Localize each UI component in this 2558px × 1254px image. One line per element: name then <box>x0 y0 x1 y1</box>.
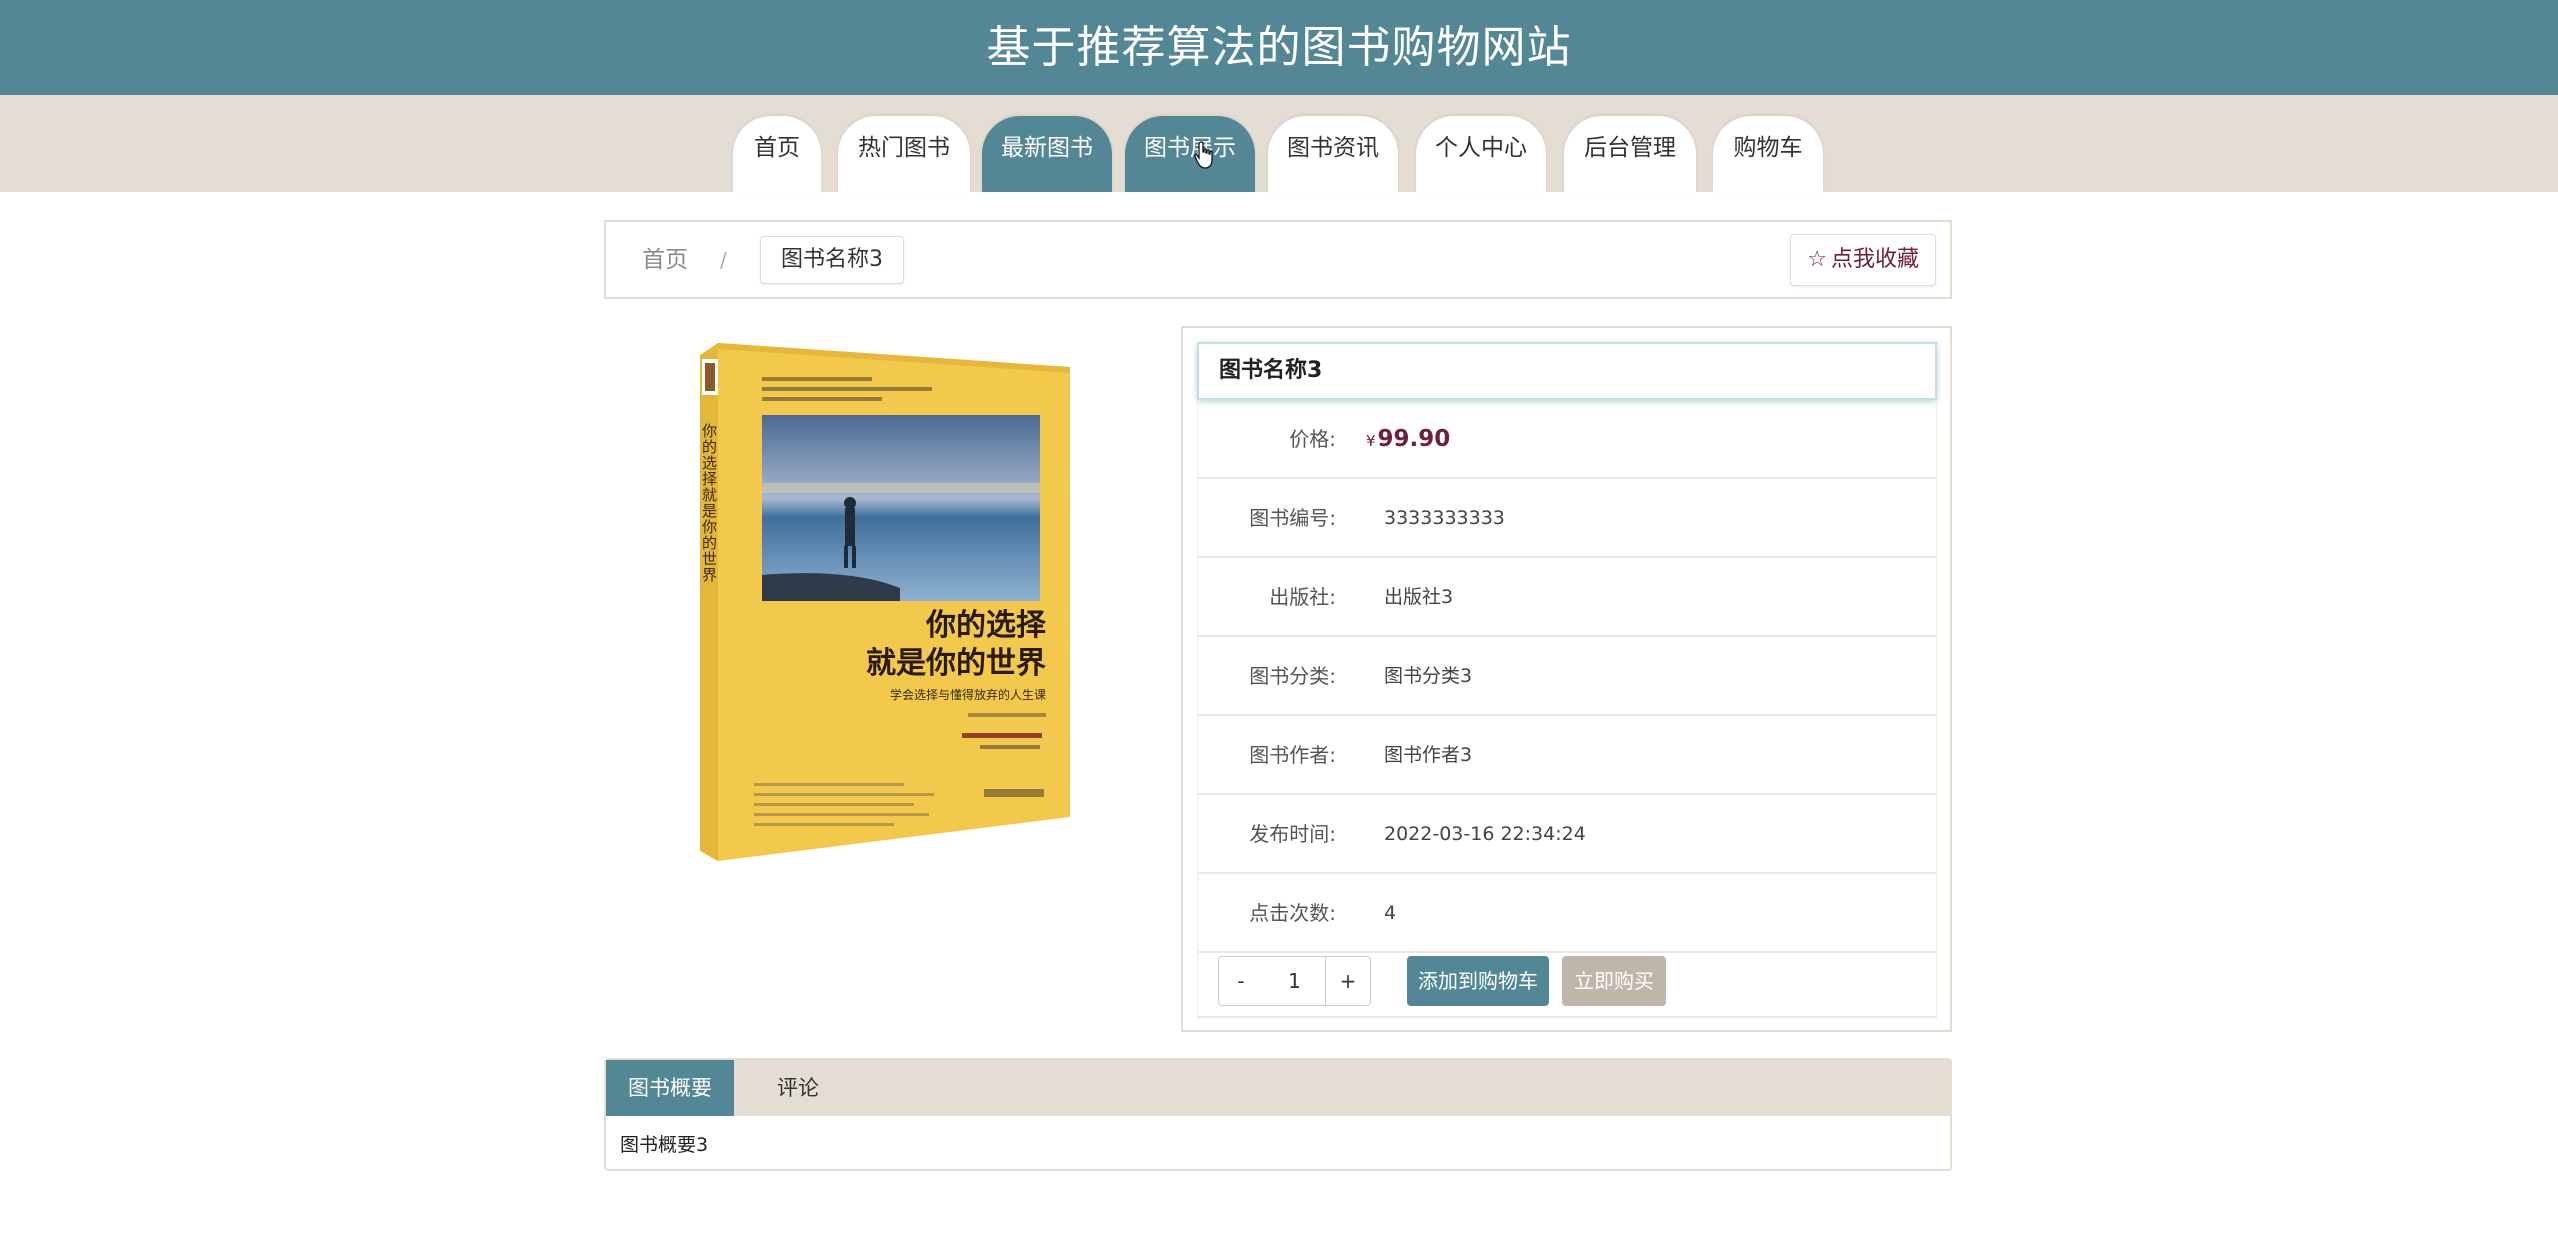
nav-item-book-news[interactable]: 图书资讯 <box>1268 116 1398 192</box>
site-header: 基于推荐算法的图书购物网站 <box>0 0 2558 95</box>
book-cover-image: 你的选择就是你的世界 你的选择 就是你的世界 学会选择与懂得放弃的人生课 <box>700 343 1070 861</box>
price-value: ¥99.90 <box>1366 426 1451 452</box>
field-label: 图书作者: <box>1249 743 1336 767</box>
tab-summary[interactable]: 图书概要 <box>606 1060 734 1116</box>
cover-spine-title: 你的选择就是你的世界 <box>700 423 718 583</box>
cover-title-line1: 你的选择 <box>925 608 1047 643</box>
book-tabs: 图书概要 评论 图书概要3 <box>604 1058 1952 1171</box>
nav-item-hot-books[interactable]: 热门图书 <box>838 116 970 192</box>
price-row: 价格: ¥99.90 <box>1197 400 1937 479</box>
book-number-value: 3333333333 <box>1384 507 1505 529</box>
nav-item-cart[interactable]: 购物车 <box>1713 116 1823 192</box>
breadcrumb: 首页 / 图书名称3 ☆ 点我收藏 <box>604 220 1952 299</box>
book-title: 图书名称3 <box>1197 342 1937 400</box>
click-count-row: 点击次数: 4 <box>1197 874 1937 953</box>
tab-content-summary: 图书概要3 <box>620 1134 709 1156</box>
quantity-decrease-button[interactable]: - <box>1218 956 1264 1006</box>
price-label: 价格: <box>1289 427 1336 451</box>
nav-item-personal-center[interactable]: 个人中心 <box>1416 116 1546 192</box>
click-count-value: 4 <box>1384 902 1397 924</box>
publisher-row: 出版社: 出版社3 <box>1197 558 1937 637</box>
publisher-value: 出版社3 <box>1384 586 1454 608</box>
author-value: 图书作者3 <box>1384 744 1473 766</box>
field-label: 图书分类: <box>1249 664 1336 688</box>
cover-subtitle: 学会选择与懂得放弃的人生课 <box>890 687 1046 702</box>
breadcrumb-current: 图书名称3 <box>760 236 904 284</box>
field-label: 图书编号: <box>1249 506 1336 530</box>
star-outline-icon: ☆ <box>1807 247 1827 272</box>
site-title: 基于推荐算法的图书购物网站 <box>986 22 1572 73</box>
breadcrumb-home-link[interactable]: 首页 <box>642 244 688 276</box>
field-label: 发布时间: <box>1249 822 1336 846</box>
quantity-increase-button[interactable]: + <box>1325 956 1371 1006</box>
nav-item-book-display[interactable]: 图书展示 <box>1125 116 1255 192</box>
tabs-bar: 图书概要 评论 <box>606 1060 1950 1116</box>
field-label: 出版社: <box>1269 585 1336 609</box>
favorite-label: 点我收藏 <box>1830 247 1919 272</box>
nav-item-admin[interactable]: 后台管理 <box>1564 116 1696 192</box>
category-row: 图书分类: 图书分类3 <box>1197 637 1937 716</box>
book-detail-panel: 图书名称3 价格: ¥99.90 图书编号: 3333333333 出版社: 出… <box>1181 326 1952 1032</box>
mouse-cursor-icon <box>1194 141 1213 169</box>
publish-time-row: 发布时间: 2022-03-16 22:34:24 <box>1197 795 1937 874</box>
nav-item-home[interactable]: 首页 <box>733 116 821 192</box>
book-number-row: 图书编号: 3333333333 <box>1197 479 1937 558</box>
quantity-input[interactable]: 1 <box>1263 956 1326 1006</box>
field-label: 点击次数: <box>1249 901 1336 925</box>
purchase-actions: - 1 + 添加到购物车 立即购买 <box>1197 948 1937 1018</box>
category-value: 图书分类3 <box>1384 665 1473 687</box>
add-to-cart-button[interactable]: 添加到购物车 <box>1407 956 1549 1006</box>
breadcrumb-separator: / <box>720 248 727 272</box>
cover-title-line2: 就是你的世界 <box>866 646 1046 681</box>
favorite-button[interactable]: ☆ 点我收藏 <box>1790 234 1936 286</box>
publish-time-value: 2022-03-16 22:34:24 <box>1384 823 1586 845</box>
nav-item-new-books[interactable]: 最新图书 <box>982 116 1112 192</box>
tab-comments[interactable]: 评论 <box>734 1060 862 1116</box>
buy-now-button[interactable]: 立即购买 <box>1562 956 1666 1006</box>
author-row: 图书作者: 图书作者3 <box>1197 716 1937 795</box>
main-nav: 首页 热门图书 最新图书 图书展示 图书资讯 个人中心 后台管理 购物车 <box>0 95 2558 192</box>
